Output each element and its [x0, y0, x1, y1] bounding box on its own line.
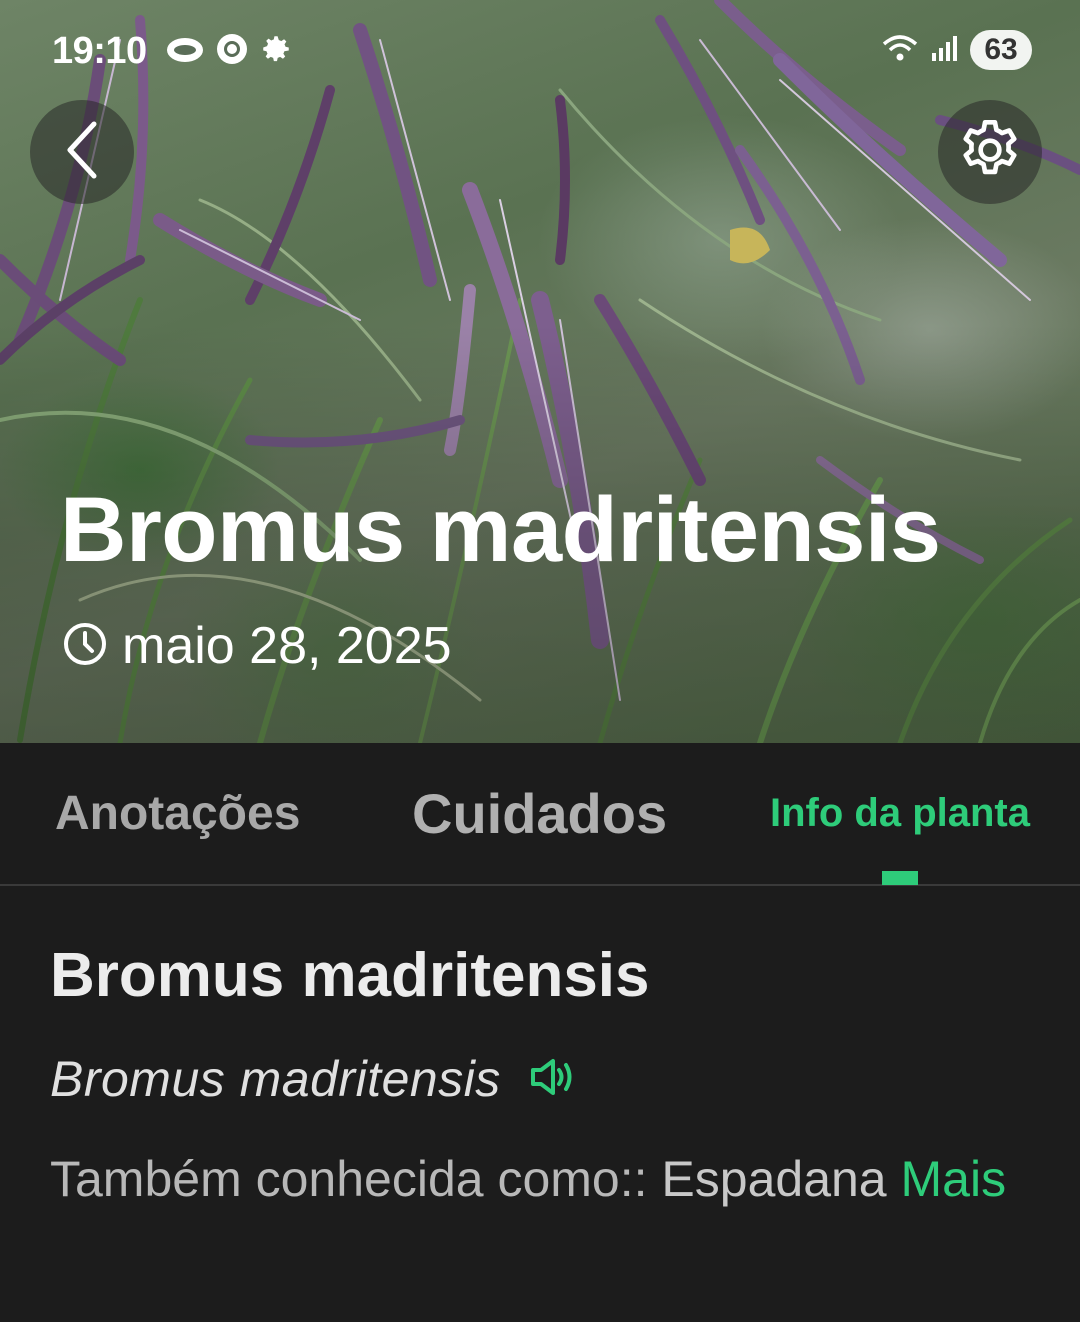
battery-icon: 63 — [970, 30, 1032, 70]
chevron-left-icon — [62, 118, 102, 187]
date-text: maio 28, 2025 — [122, 617, 452, 675]
settings-button[interactable] — [938, 100, 1042, 204]
tab-notes[interactable]: Anotações — [55, 743, 300, 884]
status-time: 19:10 — [52, 30, 147, 72]
status-icons-right: 63 — [880, 30, 1032, 70]
gear-icon — [955, 115, 1025, 190]
scientific-name: Bromus madritensis — [50, 1051, 501, 1107]
tab-care[interactable]: Cuidados — [412, 743, 667, 884]
also-known-as-row: Também conhecida como:: Espadana Mais — [50, 1150, 1006, 1208]
more-link[interactable]: Mais — [901, 1151, 1007, 1207]
also-known-value: Espadana — [661, 1151, 887, 1207]
scientific-name-row: Bromus madritensis — [50, 1050, 575, 1108]
plant-name: Bromus madritensis — [50, 941, 650, 1010]
clock-icon — [62, 621, 108, 672]
date-row: maio 28, 2025 — [62, 616, 452, 676]
cloud-icon — [165, 33, 205, 70]
active-tab-indicator — [882, 871, 918, 885]
tab-plant-info[interactable]: Info da planta — [770, 743, 1030, 884]
speaker-icon[interactable] — [529, 1057, 575, 1102]
signal-icon — [930, 33, 960, 68]
chrome-icon — [215, 32, 249, 71]
tab-bar: Anotações Cuidados Info da planta — [0, 743, 1080, 886]
page-title: Bromus madritensis — [60, 479, 941, 581]
gear-icon — [259, 32, 293, 71]
plant-info-panel: Bromus madritensis Bromus madritensis Ta… — [0, 888, 1080, 1322]
status-icons-left — [165, 32, 293, 71]
wifi-icon — [880, 32, 920, 69]
back-button[interactable] — [30, 100, 134, 204]
status-bar: 19:10 63 — [0, 0, 1080, 100]
also-known-label: Também conhecida como:: — [50, 1151, 648, 1207]
